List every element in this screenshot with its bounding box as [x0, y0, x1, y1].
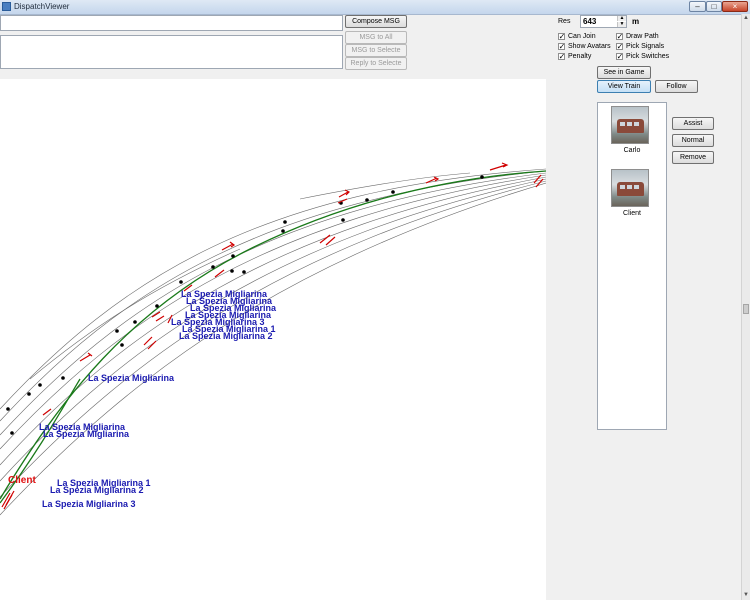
window-title: DispatchViewer — [14, 2, 70, 11]
station-label[interactable]: La Spezia Migliarina 2 — [50, 485, 144, 495]
player-avatar-client[interactable] — [611, 169, 649, 207]
signal-icon — [489, 162, 509, 171]
penalty-checkbox[interactable]: ✓ — [558, 52, 565, 61]
minimize-button[interactable]: – — [689, 1, 706, 12]
res-numeric-input[interactable]: 643 ▲ ▼ — [580, 15, 627, 28]
can-join-label: Can Join — [568, 33, 596, 40]
res-unit-label: m — [632, 17, 640, 26]
draw-path-checkbox[interactable]: ✓ — [616, 32, 623, 41]
message-subject-input[interactable] — [0, 15, 343, 31]
track-line — [0, 182, 546, 516]
compose-msg-button[interactable]: Compose MSG — [345, 15, 407, 28]
see-in-game-button[interactable]: See in Game — [597, 66, 651, 79]
signal-icon — [221, 241, 236, 251]
title-bar[interactable]: DispatchViewer – □ × — [0, 0, 750, 15]
track-layout[interactable] — [0, 79, 546, 600]
player-name-client[interactable]: Client — [598, 209, 666, 218]
track-line — [0, 170, 546, 422]
player-list[interactable]: Carlo Client — [597, 102, 667, 430]
normal-button[interactable]: Normal — [672, 134, 714, 147]
pick-switches-label: Pick Switches — [626, 53, 670, 60]
can-join-checkbox[interactable]: ✓ — [558, 32, 565, 41]
follow-button[interactable]: Follow — [655, 80, 698, 93]
reply-to-selected-button[interactable]: Reply to Selecte — [345, 57, 407, 70]
pick-signals-checkbox[interactable]: ✓ — [616, 42, 623, 51]
spin-down-icon[interactable]: ▼ — [617, 22, 626, 27]
close-button[interactable]: × — [722, 1, 748, 12]
message-body-input[interactable] — [0, 35, 343, 69]
signal-icon — [151, 311, 165, 322]
remove-button[interactable]: Remove — [672, 151, 714, 164]
dispatch-map[interactable]: La Spezia Migliarina La Spezia Migliarin… — [0, 79, 546, 600]
scroll-thumb[interactable] — [743, 304, 749, 314]
show-avatars-checkbox[interactable]: ✓ — [558, 42, 565, 51]
res-label: Res — [558, 18, 571, 25]
train-path — [0, 170, 546, 500]
view-train-button[interactable]: View Train — [597, 80, 651, 93]
pick-switches-checkbox[interactable]: ✓ — [616, 52, 623, 61]
station-label[interactable]: La Spezia Migliarina — [43, 429, 129, 439]
show-avatars-label: Show Avatars — [568, 43, 611, 50]
station-label[interactable]: La Spezia Migliarina 2 — [179, 331, 273, 341]
maximize-button[interactable]: □ — [706, 1, 722, 12]
player-avatar-carlo[interactable] — [611, 106, 649, 144]
train-label-client[interactable]: Client — [8, 475, 36, 486]
scroll-down-icon[interactable]: ▼ — [742, 591, 750, 600]
vertical-scrollbar[interactable]: ▲ ▼ — [741, 14, 750, 600]
track-line — [0, 180, 546, 498]
station-label[interactable]: La Spezia Migliarina — [88, 373, 174, 383]
train-thumbnail-icon — [617, 119, 644, 133]
draw-path-label: Draw Path — [626, 33, 659, 40]
signal-icon — [79, 352, 93, 362]
penalty-label: Penalty — [568, 53, 592, 60]
msg-to-selected-button[interactable]: MSG to Selecte — [345, 44, 407, 57]
scroll-up-icon[interactable]: ▲ — [742, 14, 750, 23]
res-value: 643 — [583, 17, 597, 26]
assist-button[interactable]: Assist — [672, 117, 714, 130]
station-label[interactable]: La Spezia Migliarina 3 — [42, 499, 136, 509]
signal-icon — [143, 336, 157, 350]
pick-signals-label: Pick Signals — [626, 43, 665, 50]
msg-to-all-button[interactable]: MSG to All — [345, 31, 407, 44]
signal-icon — [319, 234, 336, 246]
track-line — [0, 168, 546, 410]
player-name-carlo[interactable]: Carlo — [598, 146, 666, 155]
app-icon — [2, 2, 11, 11]
train-thumbnail-icon — [617, 182, 644, 196]
track-line — [299, 172, 471, 200]
